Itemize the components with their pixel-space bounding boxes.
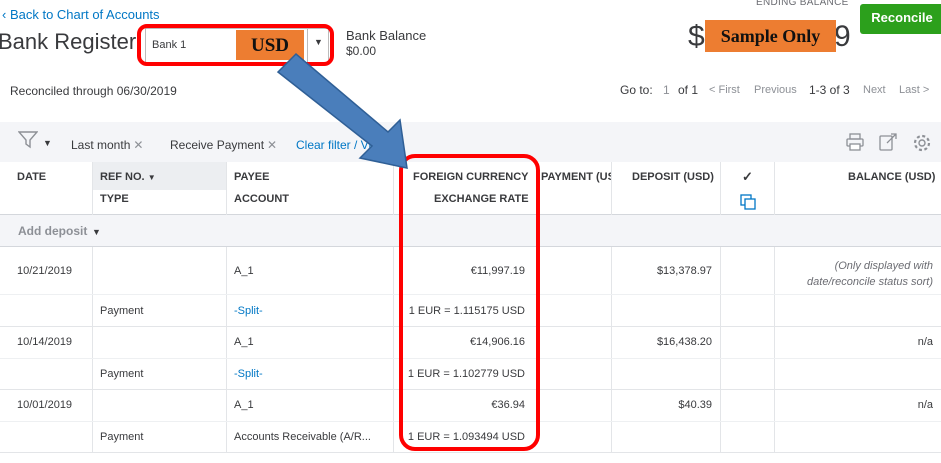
row-account-split-link[interactable]: -Split- (234, 368, 263, 380)
pager-last-link[interactable]: Last > (899, 84, 929, 96)
reconciled-through-text: Reconciled through 06/30/2019 (10, 84, 177, 98)
row-deposit: $16,438.20 (656, 336, 712, 348)
row-type: Payment (100, 368, 144, 380)
column-divider (226, 247, 227, 327)
column-header-ref-no[interactable]: REF NO. ▼ (100, 171, 156, 183)
row-payee: A_1 (234, 265, 254, 277)
column-header-payee[interactable]: PAYEE (234, 171, 269, 183)
column-divider (611, 247, 612, 327)
pager-range: 1-3 of 3 (809, 83, 850, 97)
row-account-split-link[interactable]: -Split- (234, 305, 263, 317)
pager-page-input[interactable]: 1 (663, 83, 670, 97)
row-account: Accounts Receivable (A/R... (234, 431, 371, 443)
add-deposit-button[interactable]: Add deposit (18, 224, 87, 238)
annotation-red-box-foreign-currency (399, 154, 540, 451)
column-divider (611, 162, 612, 215)
column-divider (393, 247, 394, 327)
ending-balance-label: ENDING BALANCE (756, 0, 849, 8)
column-header-type[interactable]: TYPE (100, 193, 129, 205)
back-link-label[interactable]: Back to Chart of Accounts (10, 7, 160, 22)
row-payee: A_1 (234, 336, 254, 348)
filter-chip-label: Last month (71, 138, 131, 152)
export-icon[interactable] (879, 133, 897, 156)
pager-first-link[interactable]: < First (709, 84, 740, 96)
row-balance: n/a (917, 336, 933, 348)
reconcile-button[interactable]: Reconcile (860, 4, 941, 34)
bank-balance-label: Bank Balance (346, 28, 427, 43)
filter-chevron-down-icon[interactable]: ▼ (43, 138, 52, 148)
filter-chip-label: Receive Payment (170, 138, 265, 152)
gear-icon[interactable] (912, 133, 932, 158)
column-header-check[interactable]: ✓ (742, 169, 753, 185)
balance-note-line: (Only displayed with (834, 260, 933, 272)
pager-previous-link[interactable]: Previous (754, 84, 797, 96)
filter-funnel-icon[interactable] (17, 131, 39, 154)
column-header-payment[interactable]: PAYMENT (US (541, 171, 611, 183)
annotation-arrow-icon (276, 52, 408, 169)
column-divider (774, 162, 775, 215)
row-balance: n/a (917, 399, 933, 411)
sort-desc-icon: ▼ (147, 173, 156, 182)
column-divider (226, 162, 227, 215)
chevron-down-icon[interactable]: ▼ (92, 227, 101, 237)
column-header-balance[interactable]: BALANCE (USD) (848, 171, 935, 183)
pager-of-pages: of 1 (678, 83, 699, 97)
print-icon[interactable] (846, 133, 864, 156)
row-date: 10/21/2019 (17, 265, 73, 277)
column-header-date[interactable]: DATE (17, 171, 46, 183)
column-divider (92, 162, 93, 215)
row-balance-note: (Only displayed with date/reconcile statu… (776, 258, 933, 290)
column-divider (92, 247, 93, 327)
row-deposit: $13,378.97 (656, 265, 712, 277)
filter-chip-last-month[interactable]: Last month ✕ (71, 138, 143, 152)
row-deposit: $40.39 (678, 399, 712, 411)
copy-icon[interactable] (740, 194, 756, 215)
row-payee: A_1 (234, 399, 254, 411)
page-title: Bank Register (0, 29, 137, 54)
column-divider (774, 247, 775, 327)
row-type: Payment (100, 305, 144, 317)
column-divider (720, 247, 721, 327)
row-date: 10/14/2019 (17, 336, 73, 348)
row-type: Payment (100, 431, 144, 443)
filter-chip-receive-payment[interactable]: Receive Payment ✕ (170, 138, 277, 152)
pager-next-link[interactable]: Next (863, 84, 886, 96)
close-icon[interactable]: ✕ (133, 138, 143, 152)
row-date: 10/01/2019 (17, 399, 73, 411)
column-divider (720, 162, 721, 215)
ref-no-label: REF NO. (100, 171, 145, 183)
column-header-deposit[interactable]: DEPOSIT (USD) (632, 171, 714, 183)
balance-note-line: date/reconcile status sort) (807, 276, 933, 288)
back-to-chart-of-accounts-link[interactable]: ‹ Back to Chart of Accounts (2, 7, 160, 22)
ending-balance-prefix: $ (688, 20, 705, 53)
ending-balance-suffix: 9 (834, 20, 851, 53)
pager-goto-label: Go to: (620, 83, 653, 97)
sample-only-annotation-tag: Sample Only (705, 20, 836, 52)
column-header-account[interactable]: ACCOUNT (234, 193, 289, 205)
